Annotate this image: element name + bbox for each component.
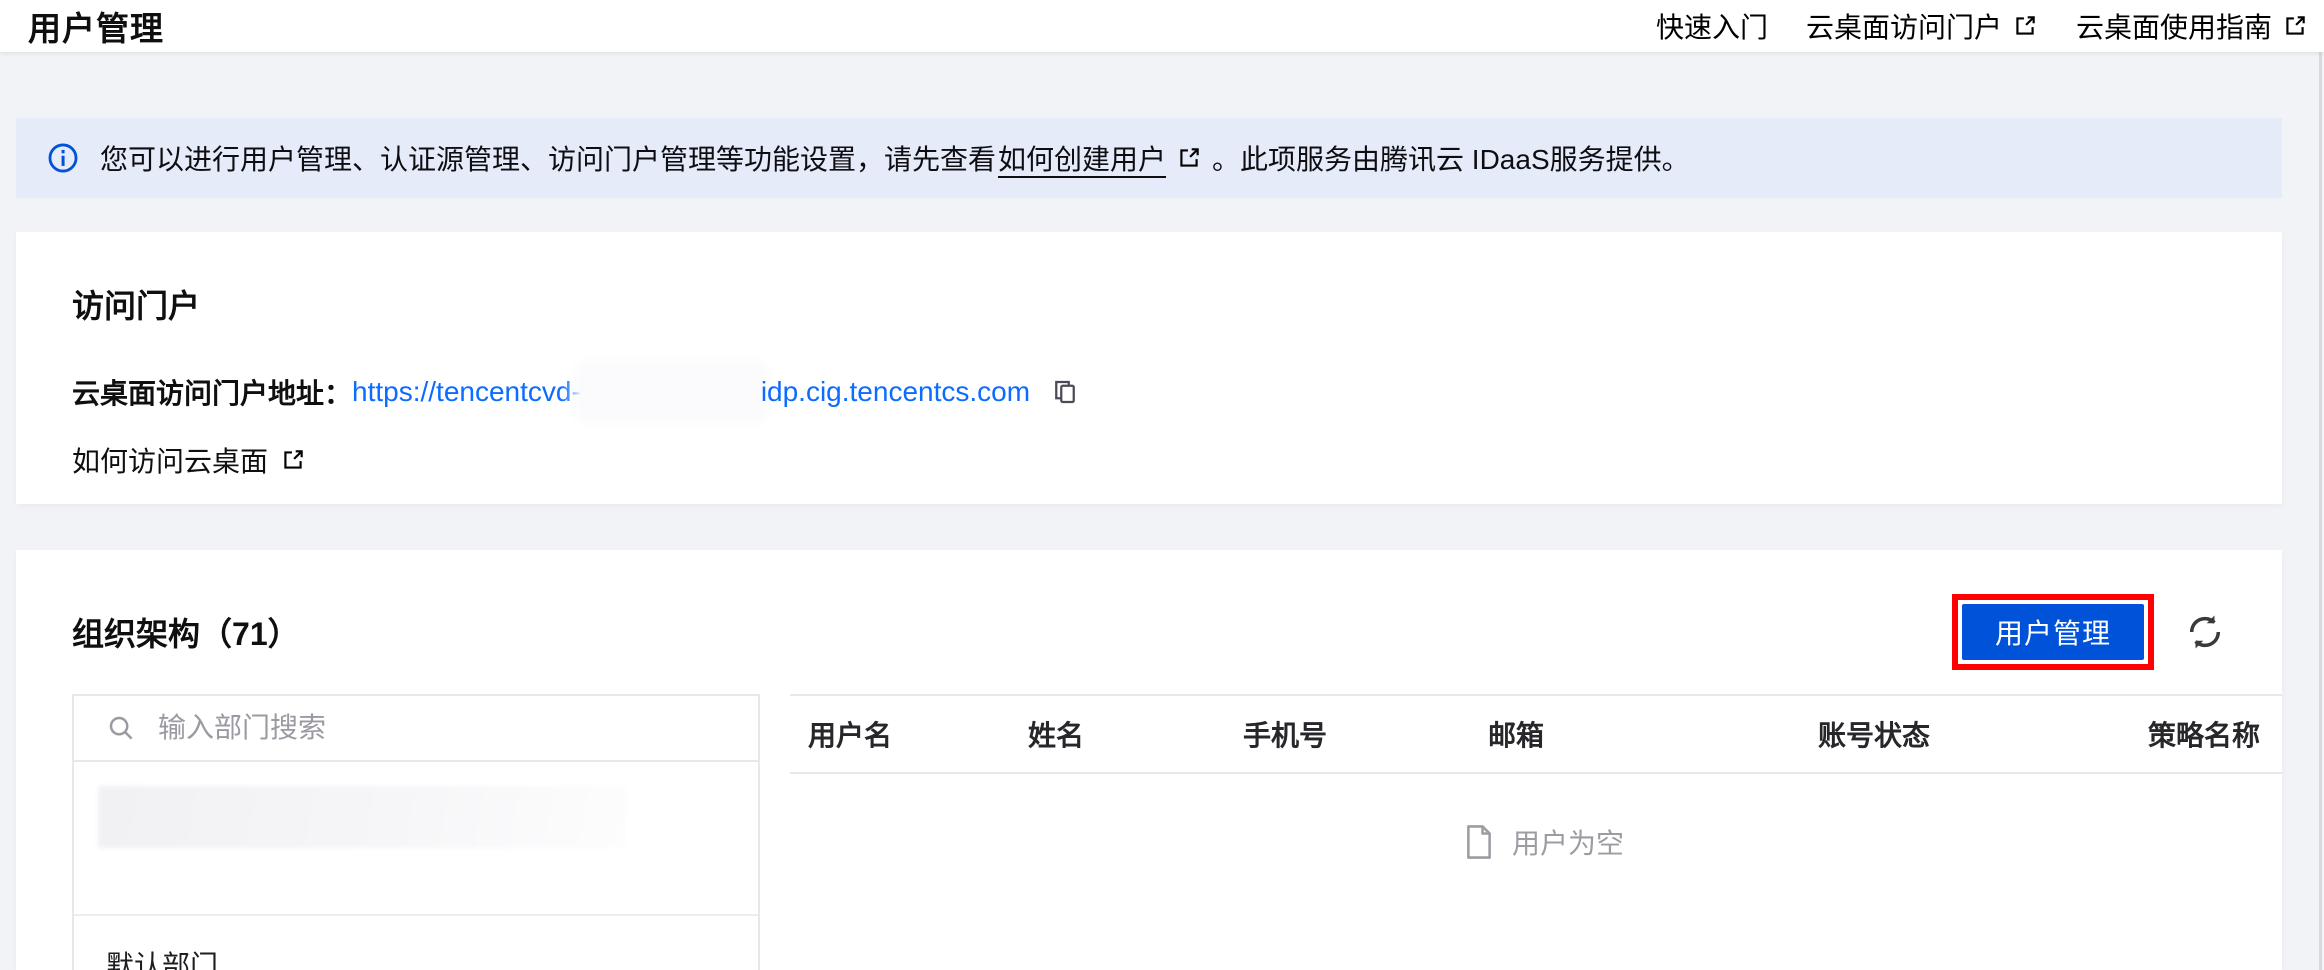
how-to-create-user-link[interactable]: 如何创建用户 bbox=[998, 138, 1166, 178]
scrollbar-track[interactable] bbox=[2319, 0, 2322, 970]
external-link-icon bbox=[2012, 13, 2038, 39]
user-table-header: 用户名 姓名 手机号 邮箱 账号状态 策略名称 bbox=[790, 696, 2282, 774]
desktop-guide-link-label: 云桌面使用指南 bbox=[2075, 12, 2272, 43]
how-to-access-link[interactable]: 如何访问云桌面 bbox=[72, 440, 306, 480]
portal-url-suffix: idp.cig.tencentcs.com bbox=[760, 376, 1031, 407]
department-search-input[interactable] bbox=[158, 712, 734, 744]
portal-url-redacted-segment bbox=[582, 370, 759, 414]
info-banner: 您可以进行用户管理、认证源管理、访问门户管理等功能设置，请先查看 如何创建用户 。… bbox=[16, 118, 2282, 198]
department-panel: 默认部门 bbox=[72, 694, 760, 970]
external-link-icon bbox=[280, 447, 306, 473]
organization-count: （71） bbox=[200, 616, 300, 652]
annotation-highlight: 用户管理 bbox=[1952, 594, 2154, 670]
department-search bbox=[74, 696, 758, 762]
desktop-portal-link[interactable]: 云桌面访问门户 bbox=[1806, 6, 2038, 46]
user-management-button[interactable]: 用户管理 bbox=[1962, 604, 2144, 660]
organization-actions: 用户管理 bbox=[1952, 594, 2226, 670]
column-header-policy-name: 策略名称 bbox=[2148, 720, 2261, 751]
department-item-default[interactable]: 默认部门 bbox=[74, 916, 758, 970]
column-header-account-status: 账号状态 bbox=[1818, 720, 1931, 751]
column-header-name: 姓名 bbox=[1028, 720, 1085, 751]
column-header-phone: 手机号 bbox=[1243, 720, 1328, 751]
column-header-email: 邮箱 bbox=[1488, 720, 1545, 751]
external-link-icon bbox=[2282, 13, 2308, 39]
external-link-icon[interactable] bbox=[1176, 145, 1202, 171]
table-empty-label: 用户为空 bbox=[1512, 828, 1625, 859]
table-empty-state: 用户为空 bbox=[790, 822, 2282, 862]
portal-address-label: 云桌面访问门户地址： bbox=[72, 378, 353, 409]
redacted-department-name bbox=[98, 786, 626, 848]
page-header: 用户管理 快速入门 云桌面访问门户 云桌面使用指南 bbox=[0, 0, 2324, 52]
organization-title: 组织架构（71） bbox=[72, 609, 300, 655]
department-item-redacted[interactable] bbox=[74, 786, 758, 916]
organization-body: 默认部门 用户名 姓名 手机号 邮箱 账号状态 策略名称 用户为空 bbox=[72, 694, 2282, 970]
portal-address-link[interactable]: https://tencentcvd- idp.cig.tencentcs.co… bbox=[352, 370, 1030, 414]
organization-card: 组织架构（71） 用户管理 输入部门搜索 默认部门 用户名 姓名 手机号 邮箱 … bbox=[16, 550, 2282, 970]
quick-start-link[interactable]: 快速入门 bbox=[1656, 6, 1768, 46]
column-header-username: 用户名 bbox=[808, 720, 893, 751]
page-title: 用户管理 bbox=[28, 10, 164, 47]
access-portal-card: 访问门户 云桌面访问门户地址： https://tencentcvd- idp.… bbox=[16, 232, 2282, 504]
quick-start-link-label: 快速入门 bbox=[1655, 12, 1768, 43]
user-table: 用户名 姓名 手机号 邮箱 账号状态 策略名称 用户为空 bbox=[790, 694, 2282, 970]
portal-url-prefix: https://tencentcvd- bbox=[352, 376, 581, 407]
organization-card-header: 组织架构（71） 用户管理 bbox=[72, 594, 2226, 670]
search-icon bbox=[106, 713, 136, 743]
how-to-access-label: 如何访问云桌面 bbox=[72, 446, 269, 477]
organization-title-text: 组织架构 bbox=[72, 616, 201, 652]
refresh-button[interactable] bbox=[2184, 611, 2226, 653]
copy-icon[interactable] bbox=[1050, 377, 1080, 407]
banner-text-before: 您可以进行用户管理、认证源管理、访问门户管理等功能设置，请先查看 bbox=[100, 144, 997, 175]
info-circle-icon bbox=[46, 141, 80, 175]
access-portal-title: 访问门户 bbox=[72, 288, 201, 324]
header-links: 快速入门 云桌面访问门户 云桌面使用指南 bbox=[1656, 6, 2308, 46]
desktop-portal-link-label: 云桌面访问门户 bbox=[1805, 12, 2002, 43]
file-empty-icon bbox=[1462, 823, 1496, 861]
desktop-guide-link[interactable]: 云桌面使用指南 bbox=[2076, 6, 2308, 46]
banner-text-after: 。此项服务由腾讯云 IDaaS服务提供。 bbox=[1212, 144, 1690, 175]
portal-address-row: 云桌面访问门户地址： https://tencentcvd- idp.cig.t… bbox=[72, 370, 2226, 414]
